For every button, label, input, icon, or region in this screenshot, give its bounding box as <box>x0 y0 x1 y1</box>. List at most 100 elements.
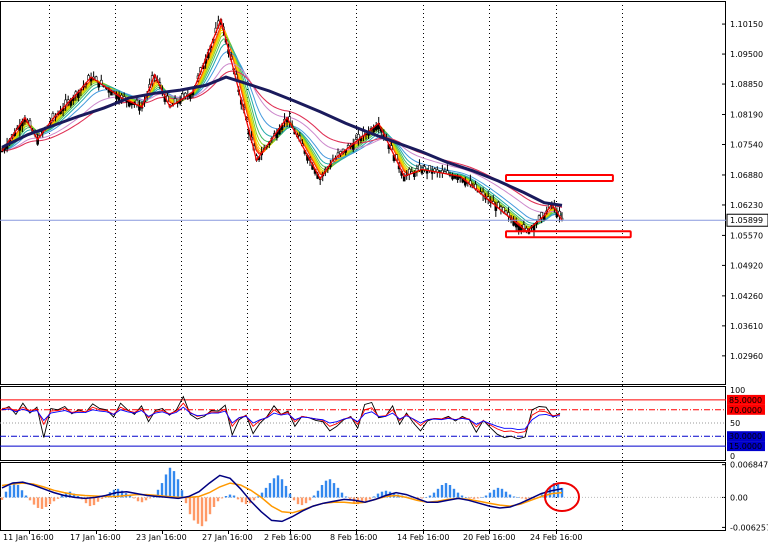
macd-histogram-bar <box>376 493 380 498</box>
macd-histogram-bar <box>484 495 488 498</box>
macd-histogram-bar <box>524 497 528 500</box>
price-axis-label: 1.07540 <box>730 141 763 150</box>
macd-histogram-bar <box>460 495 464 498</box>
macd-histogram-bar <box>420 497 424 499</box>
macd-histogram-bar <box>424 497 428 498</box>
macd-histogram-bar <box>32 497 36 505</box>
macd-histogram-bar <box>320 484 324 498</box>
macd-histogram-bar <box>364 497 368 502</box>
candle-body <box>402 176 406 182</box>
macd-histogram-bar <box>504 491 508 498</box>
macd-axis-label: 0.00 <box>730 493 748 502</box>
macd-histogram-bar <box>368 497 372 500</box>
macd-histogram-bar <box>232 495 236 498</box>
macd-histogram-bar <box>244 497 248 505</box>
macd-histogram-bar <box>36 497 40 508</box>
macd-histogram-bar <box>208 497 212 515</box>
time-axis-label: 27 Jan 16:00 <box>202 533 253 542</box>
price-axis-label: 1.04920 <box>730 261 763 270</box>
time-axis-label: 24 Feb 16:00 <box>530 533 582 542</box>
macd-histogram-bar <box>440 484 444 498</box>
macd-histogram-bar <box>4 491 8 498</box>
macd-histogram-bar <box>500 488 504 498</box>
price-axis-label: 1.09500 <box>730 50 763 59</box>
oscillator-axis-label: 70.0000 <box>729 406 762 415</box>
macd-histogram-bar <box>224 496 228 498</box>
macd-histogram-bar <box>0 497 4 500</box>
macd-histogram-bar <box>280 479 284 498</box>
macd-histogram-bar <box>512 496 516 498</box>
price-axis-label: 1.06230 <box>730 201 763 210</box>
price-panel-frame <box>0 1 726 385</box>
macd-histogram-bar <box>296 497 300 505</box>
macd-histogram-bar <box>308 497 312 501</box>
macd-histogram-bar <box>196 497 200 524</box>
trading-chart: 1.10150 1.09500 1.08850 1.08190 1.07540 1.068… <box>0 0 768 543</box>
macd-histogram-bar <box>284 485 288 498</box>
macd-histogram-bar <box>204 497 208 522</box>
macd-histogram-bar <box>140 497 144 503</box>
macd-histogram-bar <box>292 497 296 501</box>
macd-histogram-bar <box>556 484 560 498</box>
macd-histogram-bar <box>332 483 336 498</box>
macd-axis-label: 0.0068477 <box>730 461 768 470</box>
macd-histogram-bar <box>192 497 196 521</box>
oscillator-axis-label: 30.0000 <box>729 432 762 441</box>
macd-histogram-bar <box>496 487 500 498</box>
macd-histogram-bar <box>436 488 440 498</box>
macd-histogram-bar <box>372 496 376 498</box>
macd-histogram-bar <box>316 490 320 498</box>
macd-histogram-bar <box>452 488 456 498</box>
macd-histogram-bar <box>340 492 344 498</box>
macd-histogram-bar <box>52 497 56 502</box>
macd-histogram-bar <box>488 492 492 498</box>
oscillator-axis-label: 0 <box>730 452 735 461</box>
macd-histogram-bar <box>252 497 256 501</box>
time-axis-label: 11 Jan 16:00 <box>3 533 54 542</box>
macd-histogram-bar <box>168 467 172 498</box>
oscillator-axis-label: 85.0000 <box>729 396 762 405</box>
macd-histogram-bar <box>92 497 96 506</box>
macd-axis-label: -0.006257 <box>730 523 768 532</box>
macd-histogram-bar <box>40 497 44 509</box>
price-axis-label: 1.06880 <box>730 171 763 180</box>
macd-histogram-bar <box>200 497 204 527</box>
macd-histogram-bar <box>16 484 20 498</box>
price-axis-label: 1.08850 <box>730 80 763 89</box>
macd-histogram-bar <box>432 492 436 498</box>
macd-histogram-bar <box>164 474 168 498</box>
macd-histogram-bar <box>264 487 268 498</box>
macd-histogram-bar <box>20 490 24 498</box>
macd-histogram-bar <box>216 497 220 502</box>
time-axis-label: 8 Feb 16:00 <box>330 533 377 542</box>
macd-histogram-bar <box>236 497 240 500</box>
macd-histogram-bar <box>188 497 192 515</box>
time-axis-label: 23 Jan 16:00 <box>136 533 187 542</box>
macd-histogram-bar <box>100 497 104 499</box>
price-axis-label: 1.08190 <box>730 111 763 120</box>
macd-histogram-bar <box>96 497 100 502</box>
macd-histogram-bar <box>276 475 280 498</box>
macd-histogram-bar <box>56 497 60 499</box>
chart-canvas: 1.10150 1.09500 1.08850 1.08190 1.07540 1.068… <box>0 1 768 542</box>
macd-histogram-bar <box>476 497 480 499</box>
time-axis-label: 20 Feb 16:00 <box>463 533 515 542</box>
current-price-label: 1.05899 <box>730 216 763 225</box>
macd-histogram-bar <box>24 495 28 498</box>
macd-histogram-bar <box>148 497 152 499</box>
oscillator-axis-label: 50 <box>730 419 740 428</box>
price-axis-label: 1.04260 <box>730 292 763 301</box>
price-axis-label: 1.02960 <box>730 352 763 361</box>
macd-histogram-bar <box>508 494 512 498</box>
macd-histogram-bar <box>184 497 188 504</box>
macd-histogram-bar <box>300 497 304 506</box>
macd-histogram-bar <box>304 497 308 504</box>
macd-histogram-bar <box>176 479 180 498</box>
price-axis-label: 1.10150 <box>730 20 763 29</box>
macd-histogram-bar <box>480 497 484 498</box>
macd-histogram-bar <box>312 495 316 498</box>
macd-histogram-bar <box>272 478 276 498</box>
macd-histogram-bar <box>180 490 184 498</box>
macd-histogram-bar <box>144 497 148 501</box>
macd-histogram-bar <box>472 497 476 499</box>
